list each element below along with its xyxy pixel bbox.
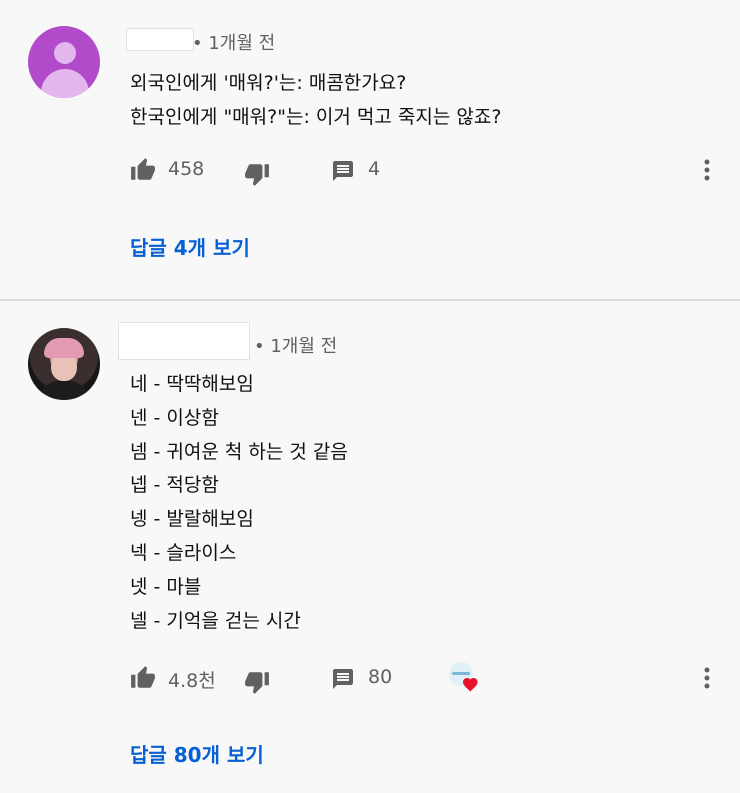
avatar-hair: [44, 338, 84, 358]
view-replies-button[interactable]: 답글 80개 보기: [130, 739, 264, 768]
creator-heart-icon: [449, 662, 478, 692]
comment-line: 한국인에게 "매워?"는: 이거 먹고 죽지는 않죠?: [130, 106, 502, 128]
comment-line: 넷 - 마블: [130, 575, 202, 598]
redacted-username[interactable]: [126, 28, 194, 51]
view-replies-button[interactable]: 답글 4개 보기: [130, 232, 250, 261]
comment-1: • 1개월 전 외국인에게 '매워?'는: 매콤한가요? 한국인에게 "매워?"…: [0, 0, 740, 299]
avatar-head: [54, 42, 76, 64]
comment-line: 네 - 딱딱해보임: [130, 373, 254, 395]
comment-line: 넨 - 이상함: [130, 406, 219, 429]
like-count: 4.8천: [168, 670, 216, 692]
comment-text: 네 - 딱딱해보임 넨 - 이상함 넴 - 귀여운 척 하는 것 같음 넵 - …: [130, 368, 348, 638]
comment-time: • 1개월 전: [254, 336, 338, 357]
user-avatar[interactable]: [28, 328, 100, 400]
comment-line: 넴 - 귀여운 척 하는 것 같음: [130, 440, 348, 463]
comment-text: 외국인에게 '매워?'는: 매콤한가요? 한국인에게 "매워?"는: 이거 먹고…: [130, 66, 501, 134]
reply-count: 80: [368, 666, 393, 688]
comment-time: • 1개월 전: [192, 33, 276, 54]
more-vert-icon[interactable]: [702, 665, 712, 691]
comment-divider: [0, 299, 740, 301]
dislike-icon[interactable]: [244, 161, 270, 187]
comment-line: 넥 - 슬라이스: [130, 541, 237, 564]
like-count: 458: [168, 158, 205, 180]
avatar-body: [41, 69, 89, 98]
comment-line: 넬 - 기억을 걷는 시간: [130, 609, 301, 632]
avatar-shirt: [34, 380, 94, 400]
comment-actions: 458 4: [130, 157, 720, 187]
comment-line: 외국인에게 '매워?'는: 매콤한가요?: [130, 72, 407, 94]
more-vert-icon[interactable]: [702, 157, 712, 183]
dislike-icon[interactable]: [244, 669, 270, 695]
reply-count: 4: [368, 158, 381, 180]
like-icon[interactable]: [130, 157, 156, 183]
comment-2: • 1개월 전 네 - 딱딱해보임 넨 - 이상함 넴 - 귀여운 척 하는 것…: [0, 302, 740, 793]
user-avatar[interactable]: [28, 26, 100, 98]
reply-icon[interactable]: [331, 667, 355, 691]
reply-icon[interactable]: [331, 159, 355, 183]
comment-actions: 4.8천 80: [130, 662, 720, 695]
comment-line: 넹 - 발랄해보임: [130, 508, 254, 531]
redacted-username[interactable]: [118, 322, 250, 360]
comment-line: 넵 - 적당함: [130, 474, 219, 497]
like-icon[interactable]: [130, 665, 156, 691]
